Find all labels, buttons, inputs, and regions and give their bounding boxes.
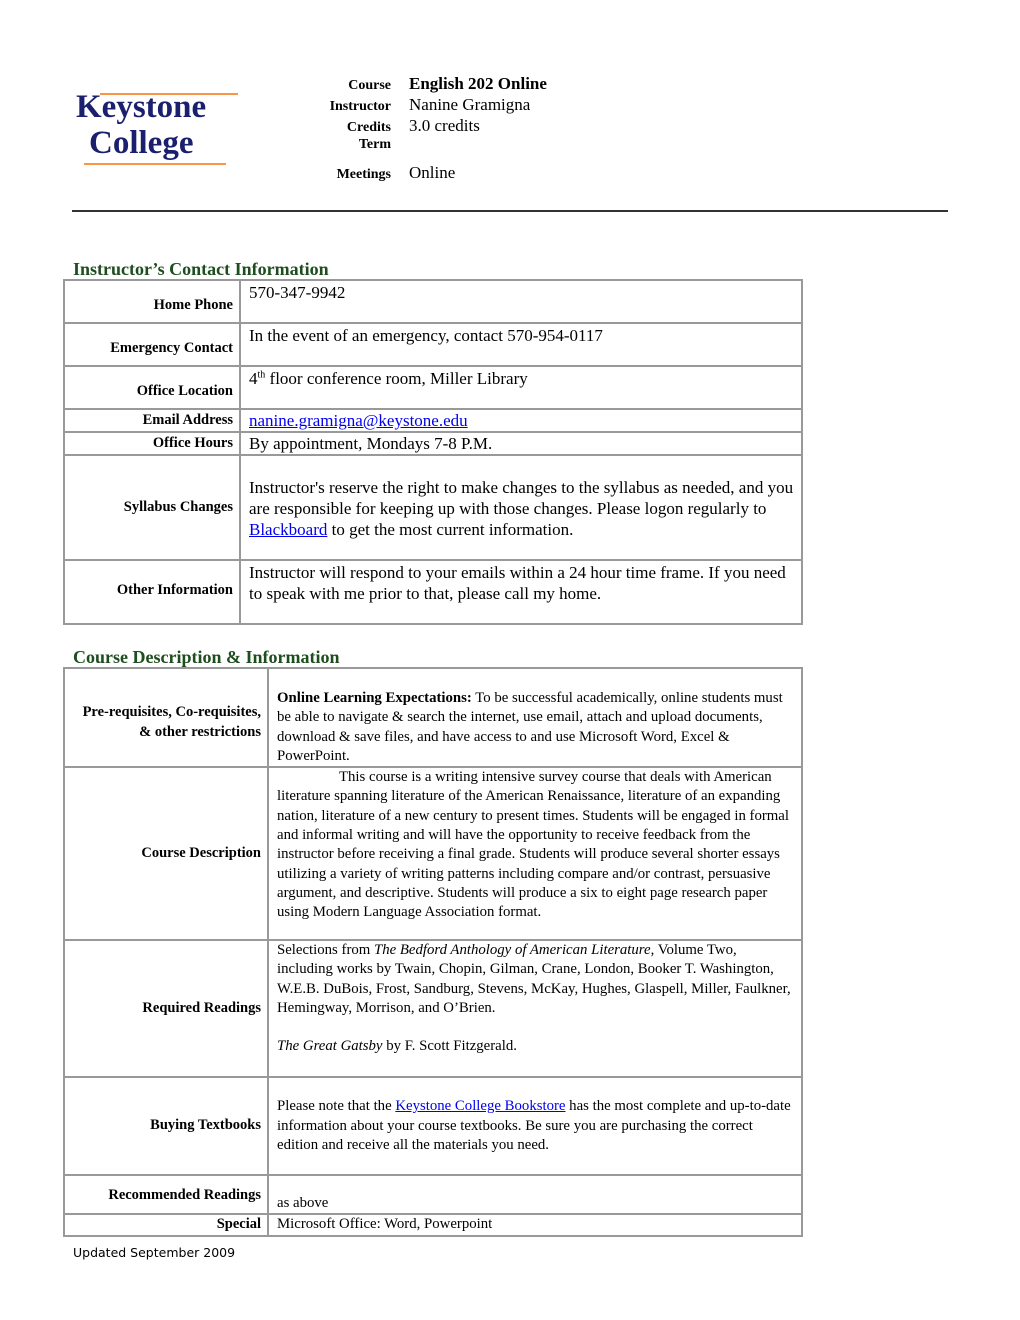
contact-info-table: Home Phone 570-347-9942 Emergency Contac… (63, 279, 803, 625)
bookstore-link[interactable]: Keystone College Bookstore (395, 1098, 565, 1114)
required-readings-value: Selections from The Bedford Anthology of… (267, 939, 803, 1079)
meta-label: Term (358, 137, 391, 152)
table-row-course-description: Course Description This course is a writ… (63, 766, 803, 942)
meta-label: Credits (346, 120, 391, 135)
readings-text: Selections from (277, 942, 374, 959)
logo-word-college: College (89, 125, 194, 161)
gatsby-author: by F. Scott Fitzgerald. (382, 1038, 517, 1055)
meta-value-course: English 202 Online (409, 74, 547, 93)
logo-word-keystone: Keystone (76, 89, 207, 125)
meta-row-course: Course English 202 Online (300, 74, 547, 95)
buying-textbooks-value: Please note that the Keystone College Bo… (267, 1076, 803, 1177)
table-row-prerequisites: Pre-requisites, Co-requisites, & other r… (63, 666, 803, 769)
row-label: Course Description (63, 766, 269, 942)
row-label: Buying Textbooks (63, 1076, 269, 1177)
online-learning-expectations-heading: Online Learning Expectations: (277, 690, 472, 706)
section-title-course-description: Course Description & Information (73, 647, 340, 667)
footer-updated-date: Updated September 2009 (73, 1245, 236, 1260)
row-label: Email Address (63, 408, 241, 433)
recommended-readings-value: as above (267, 1174, 803, 1216)
course-info-table: Pre-requisites, Co-requisites, & other r… (63, 666, 803, 1237)
office-location-text: floor conference room, Miller Library (265, 369, 528, 388)
table-row-required-readings: Required Readings Selections from The Be… (63, 939, 803, 1079)
emergency-contact-value: In the event of an emergency, contact 57… (239, 322, 803, 367)
meta-value-instructor: Nanine Gramigna (409, 95, 531, 114)
row-label: Home Phone (63, 279, 241, 324)
table-row-recommended-readings: Recommended Readings as above (63, 1174, 803, 1216)
section-title-contact: Instructor’s Contact Information (73, 259, 329, 279)
prerequisites-value: Online Learning Expectations: To be succ… (267, 666, 803, 769)
email-link[interactable]: nanine.gramigna@keystone.edu (249, 411, 468, 430)
syllabus-changes-value: Instructor's reserve the right to make c… (239, 454, 803, 561)
row-label: Special (63, 1213, 269, 1237)
table-row-syllabus-changes: Syllabus Changes Instructor's reserve th… (63, 454, 803, 561)
home-phone-value: 570-347-9942 (239, 279, 803, 324)
table-row-emergency-contact: Emergency Contact In the event of an eme… (63, 322, 803, 367)
gatsby-title: The Great Gatsby (277, 1038, 383, 1055)
meta-label: Instructor (329, 99, 391, 114)
email-cell: nanine.gramigna@keystone.edu (239, 408, 803, 433)
office-location-floor: 4 (249, 369, 258, 388)
row-label: Required Readings (63, 939, 269, 1079)
row-label: Office Location (63, 365, 241, 410)
table-row-home-phone: Home Phone 570-347-9942 (63, 279, 803, 324)
other-information-value: Instructor will respond to your emails w… (239, 559, 803, 625)
logo-accent-bar-bottom (84, 163, 226, 165)
office-location-value: 4th floor conference room, Miller Librar… (239, 365, 803, 410)
row-label: Other Information (63, 559, 241, 625)
table-row-office-location: Office Location 4th floor conference roo… (63, 365, 803, 410)
anthology-title: The Bedford Anthology of American Litera… (373, 942, 651, 959)
required-readings-paragraph-1: Selections from The Bedford Anthology of… (277, 941, 795, 1018)
meta-row-meetings: Meetings Online (300, 163, 547, 185)
horizontal-divider (72, 210, 948, 212)
buying-textbooks-text: Please note that the (277, 1098, 396, 1115)
row-label: Pre-requisites, Co-requisites, & other r… (63, 666, 269, 769)
meta-row-term: Term (300, 137, 547, 163)
row-label: Emergency Contact (63, 322, 241, 367)
table-row-office-hours: Office Hours By appointment, Mondays 7-8… (63, 431, 803, 456)
row-label: Office Hours (63, 431, 241, 456)
keystone-college-logo: Keystone College (76, 88, 246, 172)
meta-value-meetings: Online (409, 163, 456, 182)
blackboard-link[interactable]: Blackboard (249, 520, 327, 539)
syllabus-changes-text: Instructor's reserve the right to make c… (249, 478, 794, 518)
office-hours-value: By appointment, Mondays 7-8 P.M. (239, 431, 803, 456)
table-row-special: Special Microsoft Office: Word, Powerpoi… (63, 1213, 803, 1237)
table-row-other-information: Other Information Instructor will respon… (63, 559, 803, 625)
row-label: Syllabus Changes (63, 454, 241, 561)
meta-label: Course (348, 78, 391, 93)
course-meta: Course English 202 Online Instructor Nan… (300, 74, 547, 185)
row-label: Recommended Readings (63, 1174, 269, 1216)
meta-value-credits: 3.0 credits (409, 116, 480, 135)
table-row-buying-textbooks: Buying Textbooks Please note that the Ke… (63, 1076, 803, 1177)
required-readings-paragraph-2: The Great Gatsby by F. Scott Fitzgerald. (277, 1037, 795, 1056)
course-description-text: This course is a writing intensive surve… (277, 769, 789, 921)
meta-label: Meetings (336, 167, 391, 182)
meta-row-credits: Credits 3.0 credits (300, 116, 547, 137)
meta-row-instructor: Instructor Nanine Gramigna (300, 95, 547, 116)
course-description-value: This course is a writing intensive surve… (267, 766, 803, 942)
syllabus-changes-text-end: to get the most current information. (327, 520, 574, 539)
table-row-email-address: Email Address nanine.gramigna@keystone.e… (63, 408, 803, 433)
special-value: Microsoft Office: Word, Powerpoint (267, 1213, 803, 1237)
